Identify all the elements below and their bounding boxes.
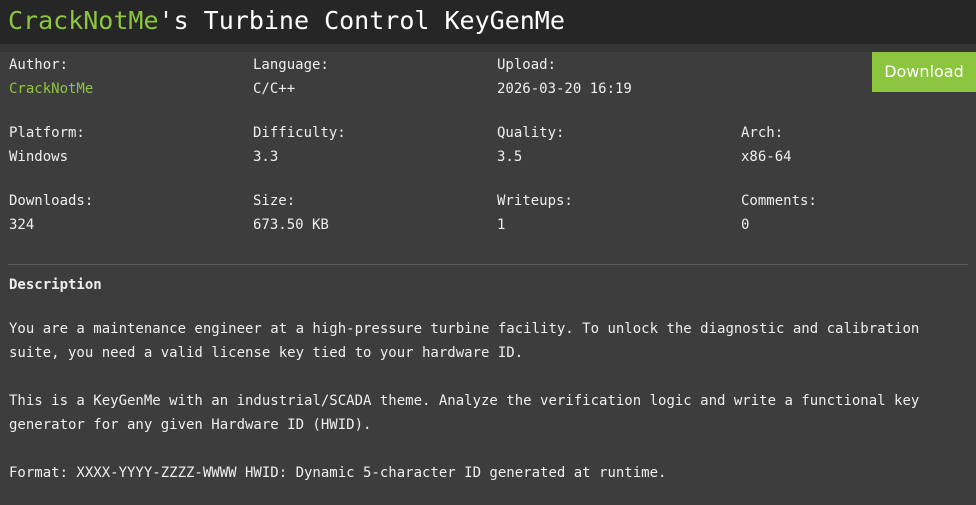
writeups-label: Writeups: xyxy=(497,193,573,209)
arch-label: Arch: xyxy=(741,125,784,141)
downloads-label: Downloads: xyxy=(9,193,94,209)
comments-label: Comments: xyxy=(741,193,817,209)
description-paragraph: Format: XXXX-YYYY-ZZZZ-WWWW HWID: Dynami… xyxy=(9,465,667,481)
title-author-link[interactable]: CrackNotMe xyxy=(8,6,159,35)
description-paragraph: You are a maintenance engineer at a high… xyxy=(9,321,920,361)
upload-value: 2026-03-20 16:19 xyxy=(497,81,632,97)
quality-value: 3.5 xyxy=(497,149,523,165)
title-text: 's Turbine Control KeyGenMe xyxy=(158,6,565,35)
quality-label: Quality: xyxy=(497,125,565,141)
size-label: Size: xyxy=(253,193,296,209)
author-link[interactable]: CrackNotMe xyxy=(9,80,93,98)
language-value: C/C++ xyxy=(253,81,296,97)
language-label: Language: xyxy=(253,57,329,73)
divider xyxy=(8,264,968,265)
arch-value: x86-64 xyxy=(741,149,792,165)
page-title: CrackNotMe's Turbine Control KeyGenMe xyxy=(8,6,565,36)
platform-value: Windows xyxy=(9,149,69,165)
title-bar: CrackNotMe's Turbine Control KeyGenMe xyxy=(0,0,976,44)
download-button[interactable]: Download xyxy=(872,52,976,92)
size-value: 673.50 KB xyxy=(253,217,329,233)
difficulty-label: Difficulty: xyxy=(253,125,346,141)
description-heading: Description xyxy=(9,277,102,293)
author-label: Author: xyxy=(9,57,69,73)
writeups-value: 1 xyxy=(497,217,506,233)
description-paragraph: This is a KeyGenMe with an industrial/SC… xyxy=(9,393,920,433)
downloads-value: 324 xyxy=(9,217,35,233)
platform-label: Platform: xyxy=(9,125,85,141)
challenge-info-panel xyxy=(0,52,976,505)
upload-label: Upload: xyxy=(497,57,557,73)
difficulty-value: 3.3 xyxy=(253,149,279,165)
comments-value: 0 xyxy=(741,217,750,233)
